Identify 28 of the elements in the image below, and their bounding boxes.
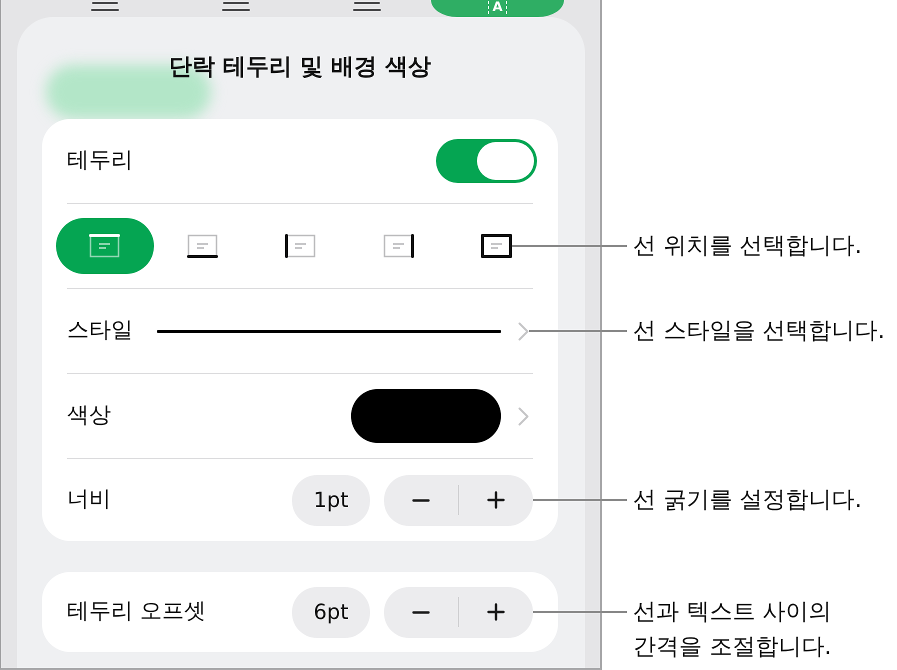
value-field[interactable]: 1pt [292, 474, 370, 526]
text-lines-icon[interactable] [90, 0, 118, 12]
plus-icon [487, 491, 505, 509]
toggle-switch[interactable] [436, 139, 537, 183]
border-label: 테두리 [67, 147, 133, 175]
offset-label: 테두리 오프셋 [67, 598, 206, 626]
chevron-icon[interactable] [518, 322, 529, 340]
box-border-icon [480, 234, 512, 258]
color-swatch[interactable] [351, 389, 501, 443]
color-label: 색상 [67, 402, 111, 430]
left-border-icon [284, 234, 316, 258]
bottom-border-icon [187, 234, 218, 258]
width-label: 너비 [67, 486, 111, 514]
chevron-icon[interactable] [518, 406, 529, 426]
text-lines-icon[interactable] [222, 0, 250, 12]
text-lines-icon[interactable] [352, 0, 380, 12]
callout-text: 선 스타일을 선택합니다. [633, 316, 885, 346]
value-field[interactable]: 6pt [292, 586, 370, 638]
plus-icon [487, 603, 505, 621]
callout-text: 선 위치를 선택합니다. [633, 232, 862, 260]
right-border-icon [382, 234, 414, 258]
minus-icon [412, 498, 430, 502]
style-label: 스타일 [67, 317, 133, 345]
callout-text: 선과 텍스트 사이의 간격을 조절합니다. [633, 598, 832, 662]
callout-text: 선 굵기를 설정합니다. [633, 486, 862, 514]
minus-icon [412, 610, 430, 614]
sheet-title: 단락 테두리 및 배경 색상 [168, 54, 432, 80]
top-border-icon [89, 234, 120, 258]
